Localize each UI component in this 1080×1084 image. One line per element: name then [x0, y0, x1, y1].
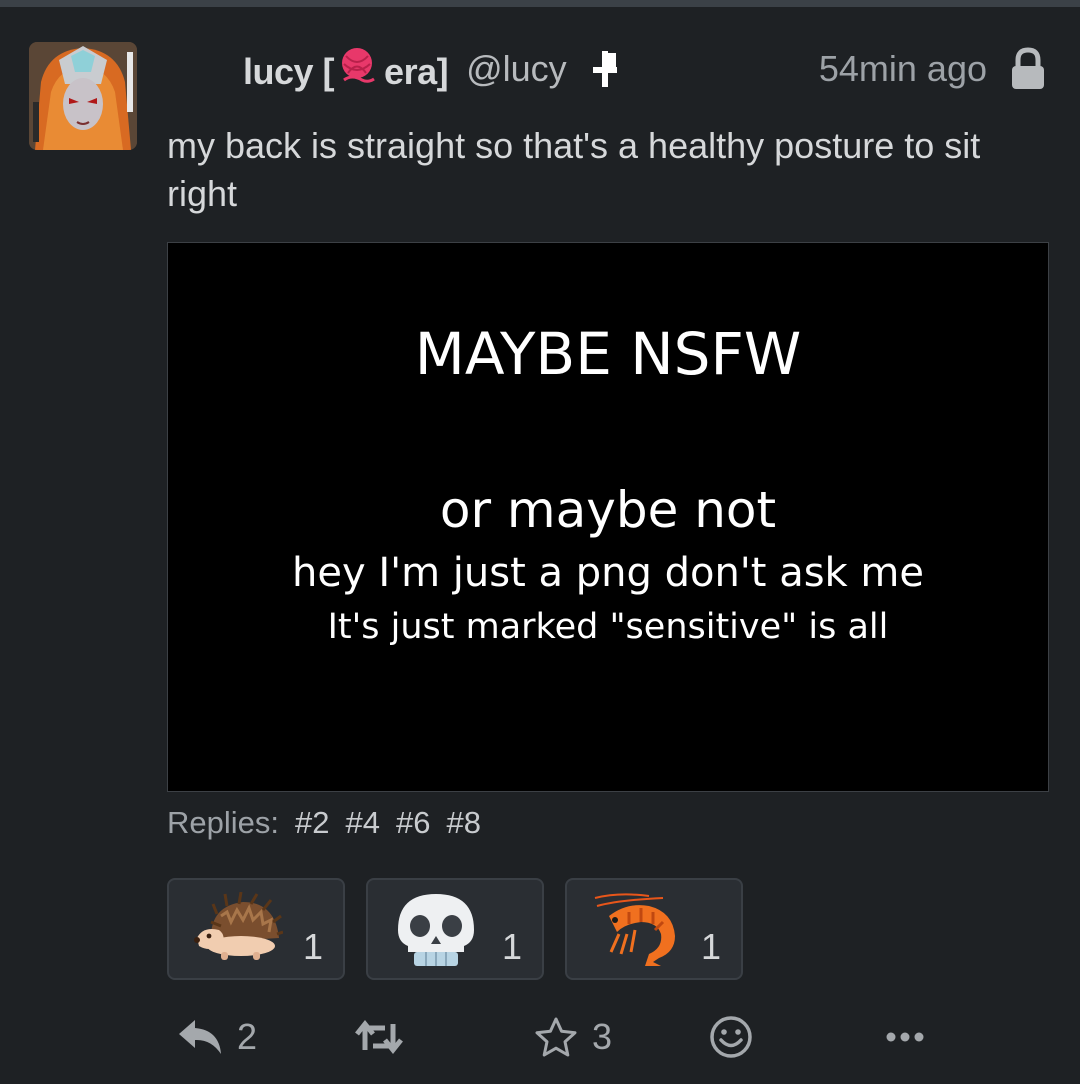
reply-link[interactable]: #6	[396, 805, 430, 841]
ellipsis-icon	[886, 1032, 924, 1042]
reply-button[interactable]: 2	[177, 1012, 257, 1062]
display-name[interactable]: lucy [ era]	[167, 4, 449, 135]
display-name-prefix: lucy [	[243, 50, 335, 92]
display-name-suffix: era]	[384, 50, 449, 92]
star-icon	[535, 1017, 577, 1057]
image-attachment[interactable]: MAYBE NSFW or maybe not hey I'm just a p…	[167, 242, 1049, 792]
badge-icon	[589, 49, 621, 89]
attachment-title: MAYBE NSFW	[414, 320, 802, 388]
add-reaction-button[interactable]	[709, 1012, 753, 1062]
reaction-count: 1	[700, 926, 721, 967]
reaction-shrimp[interactable]: 1	[565, 878, 743, 980]
post-header: lucy [ era] @lucy 54min ago	[167, 43, 1047, 95]
replies-label: Replies:	[167, 805, 279, 840]
more-options-button[interactable]	[885, 1012, 925, 1062]
emoji-reactions: 1 1 1	[167, 878, 764, 980]
reply-link[interactable]: #4	[345, 805, 379, 841]
replies-list: Replies: #2 #4 #6 #8	[167, 805, 481, 841]
status-post: lucy [ era] @lucy 54min ago my back is st…	[0, 7, 1080, 1084]
reply-count: 2	[237, 1016, 258, 1057]
attachment-line-3: It's just marked "sensitive" is all	[327, 607, 889, 647]
smile-icon	[710, 1016, 752, 1058]
reaction-hedgehog[interactable]: 1	[167, 878, 345, 980]
lock-icon	[1009, 47, 1047, 91]
post-actions: 2 3	[167, 1012, 1047, 1062]
boost-button[interactable]	[355, 1012, 403, 1062]
top-divider	[0, 0, 1080, 7]
yarn-emoji-icon	[338, 46, 376, 84]
reaction-count: 1	[302, 926, 323, 967]
reaction-skull[interactable]: 1	[366, 878, 544, 980]
post-content: my back is straight so that's a healthy …	[167, 125, 981, 214]
shrimp-icon	[594, 893, 675, 966]
post-timestamp[interactable]: 54min ago	[819, 48, 987, 90]
avatar[interactable]	[29, 42, 137, 150]
reply-icon	[179, 1020, 221, 1054]
favorite-count: 3	[592, 1016, 613, 1057]
favorite-button[interactable]: 3	[534, 1012, 612, 1062]
author-handle[interactable]: @lucy	[466, 48, 567, 90]
reaction-count: 1	[501, 926, 522, 967]
skull-icon	[398, 894, 474, 966]
attachment-line-2: hey I'm just a png don't ask me	[291, 550, 924, 596]
hedgehog-icon	[194, 892, 283, 960]
attachment-line-1: or maybe not	[439, 481, 777, 539]
reply-link[interactable]: #2	[295, 805, 329, 841]
reply-link[interactable]: #8	[446, 805, 480, 841]
retweet-icon	[355, 1020, 403, 1054]
